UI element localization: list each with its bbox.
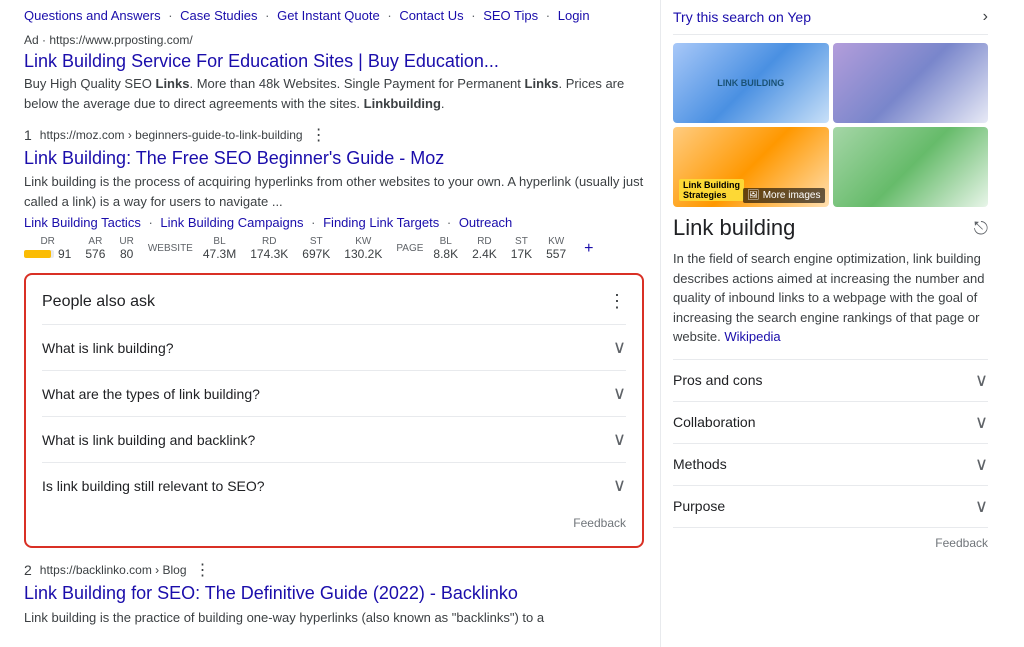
wikipedia-link[interactable]: Wikipedia <box>724 329 780 344</box>
ad-desc: Buy High Quality SEO Links. More than 48… <box>24 74 644 113</box>
website-label: WEBSITE <box>148 243 193 254</box>
more-images-label: More images <box>763 190 821 201</box>
result-1-metrics: DR 91 AR 576 UR 80 WEBSITE BL 47.3M <box>24 236 644 261</box>
images-grid: LINK BUILDING Link BuildingStrategies 🖼 … <box>673 43 988 207</box>
metric-bl2: BL 8.8K <box>433 236 458 261</box>
kb-section-purpose[interactable]: Purpose ∨ <box>673 485 988 527</box>
result-1: 1 https://moz.com › beginners-guide-to-l… <box>24 125 644 261</box>
image-1[interactable]: LINK BUILDING <box>673 43 829 123</box>
metric-dr: DR 91 <box>24 236 71 261</box>
paa-kebab[interactable]: ⋮ <box>608 291 626 312</box>
result-1-meta: 1 https://moz.com › beginners-guide-to-l… <box>24 125 644 145</box>
kb-section-methods[interactable]: Methods ∨ <box>673 443 988 485</box>
yep-search-link[interactable]: Try this search on Yep › <box>673 0 988 35</box>
result-2-meta: 2 https://backlinko.com › Blog ⋮ <box>24 560 644 580</box>
kb-section-pros[interactable]: Pros and cons ∨ <box>673 359 988 401</box>
top-nav: Questions and Answers · Case Studies · G… <box>24 8 644 23</box>
dr-bar-outer <box>24 250 54 258</box>
result-2: 2 https://backlinko.com › Blog ⋮ Link Bu… <box>24 560 644 627</box>
left-panel: Questions and Answers · Case Studies · G… <box>0 0 660 647</box>
paa-feedback: Feedback <box>42 516 626 530</box>
paa-item-3[interactable]: Is link building still relevant to SEO? … <box>42 462 626 508</box>
paa-question-2: What is link building and backlink? <box>42 432 255 448</box>
chevron-right-icon: › <box>983 8 988 26</box>
nav-quote[interactable]: Get Instant Quote <box>277 8 380 23</box>
metric-rd2: RD 2.4K <box>472 236 497 261</box>
kb-share-icon[interactable]: ⎋ <box>974 218 988 239</box>
right-panel: Try this search on Yep › LINK BUILDING L… <box>660 0 1000 647</box>
dr-bar-inner <box>24 250 51 258</box>
result-1-title[interactable]: Link Building: The Free SEO Beginner's G… <box>24 147 644 170</box>
image-4[interactable] <box>833 127 989 207</box>
paa-chevron-2: ∨ <box>613 429 626 450</box>
kb-section-collab[interactable]: Collaboration ∨ <box>673 401 988 443</box>
paa-question-0: What is link building? <box>42 340 174 356</box>
kb-section-pros-chevron: ∨ <box>975 370 988 391</box>
paa-chevron-0: ∨ <box>613 337 626 358</box>
knowledge-box: Link building ⎋ In the field of search e… <box>673 215 988 558</box>
metric-st2: ST 17K <box>511 236 532 261</box>
ad-title[interactable]: Link Building Service For Education Site… <box>24 51 644 72</box>
metric-kw2: KW 557 <box>546 236 566 261</box>
nav-case-studies[interactable]: Case Studies <box>180 8 257 23</box>
kb-section-purpose-chevron: ∨ <box>975 496 988 517</box>
kb-section-collab-label: Collaboration <box>673 414 756 430</box>
nav-login[interactable]: Login <box>558 8 590 23</box>
nav-seo-tips[interactable]: SEO Tips <box>483 8 538 23</box>
page-label: PAGE <box>396 243 423 254</box>
paa-item-0[interactable]: What is link building? ∨ <box>42 324 626 370</box>
paa-header: People also ask ⋮ <box>42 291 626 312</box>
paa-title: People also ask <box>42 293 155 311</box>
image-3-label: Link BuildingStrategies <box>679 179 744 201</box>
result-1-link-outreach[interactable]: Outreach <box>459 215 512 230</box>
right-feedback: Feedback <box>673 527 988 558</box>
kb-section-methods-chevron: ∨ <box>975 454 988 475</box>
result-2-title[interactable]: Link Building for SEO: The Definitive Gu… <box>24 582 644 605</box>
paa-chevron-3: ∨ <box>613 475 626 496</box>
ad-result: Ad · https://www.prposting.com/ Link Bui… <box>24 33 644 113</box>
yep-search-label: Try this search on Yep <box>673 9 811 25</box>
result-1-link-campaigns[interactable]: Link Building Campaigns <box>160 215 303 230</box>
result-1-kebab[interactable]: ⋮ <box>311 125 327 145</box>
result-2-num: 2 <box>24 562 32 578</box>
metric-bl1: BL 47.3M <box>203 236 236 261</box>
result-1-links: Link Building Tactics · Link Building Ca… <box>24 215 644 230</box>
result-1-link-tactics[interactable]: Link Building Tactics <box>24 215 141 230</box>
kb-section-methods-label: Methods <box>673 456 727 472</box>
paa-question-3: Is link building still relevant to SEO? <box>42 478 265 494</box>
paa-question-1: What are the types of link building? <box>42 386 260 402</box>
image-icon: 🖼 <box>747 190 760 201</box>
paa-item-2[interactable]: What is link building and backlink? ∨ <box>42 416 626 462</box>
more-images-overlay[interactable]: 🖼 More images <box>743 188 825 203</box>
metrics-plus[interactable]: + <box>584 240 593 258</box>
paa-item-1[interactable]: What are the types of link building? ∨ <box>42 370 626 416</box>
result-1-link-targets[interactable]: Finding Link Targets <box>323 215 439 230</box>
metric-dr-bar: 91 <box>24 247 71 261</box>
kb-section-collab-chevron: ∨ <box>975 412 988 433</box>
metric-st1: ST 697K <box>302 236 330 261</box>
kb-section-purpose-label: Purpose <box>673 498 725 514</box>
nav-contact[interactable]: Contact Us <box>399 8 463 23</box>
people-also-ask-box: People also ask ⋮ What is link building?… <box>24 273 644 548</box>
ad-label: Ad · https://www.prposting.com/ <box>24 33 644 47</box>
kb-title-row: Link building ⎋ <box>673 215 988 241</box>
kb-section-pros-label: Pros and cons <box>673 372 763 388</box>
metric-ur: UR 80 <box>119 236 133 261</box>
result-1-url: https://moz.com › beginners-guide-to-lin… <box>40 128 303 142</box>
result-2-url: https://backlinko.com › Blog <box>40 563 187 577</box>
image-2[interactable] <box>833 43 989 123</box>
metric-kw1: KW 130.2K <box>344 236 382 261</box>
metric-ar: AR 576 <box>85 236 105 261</box>
result-2-kebab[interactable]: ⋮ <box>195 560 211 580</box>
kb-desc: In the field of search engine optimizati… <box>673 249 988 347</box>
result-2-desc: Link building is the practice of buildin… <box>24 608 644 628</box>
paa-chevron-1: ∨ <box>613 383 626 404</box>
nav-questions[interactable]: Questions and Answers <box>24 8 161 23</box>
image-3[interactable]: Link BuildingStrategies 🖼 More images <box>673 127 829 207</box>
result-1-num: 1 <box>24 127 32 143</box>
result-1-desc: Link building is the process of acquirin… <box>24 172 644 211</box>
kb-title: Link building <box>673 215 795 241</box>
metric-rd1: RD 174.3K <box>250 236 288 261</box>
